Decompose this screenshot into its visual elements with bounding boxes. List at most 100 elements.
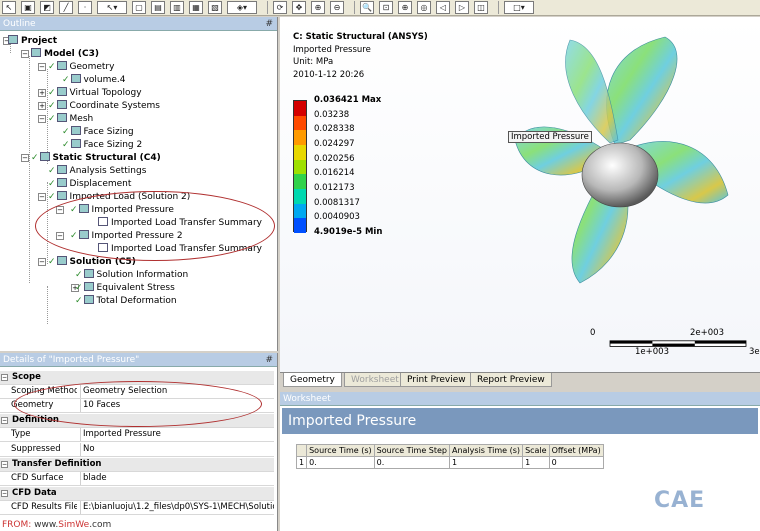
tree-item-label: Analysis Settings [69,166,147,176]
collapse-toggle[interactable]: − [38,63,46,71]
collapse-toggle[interactable]: − [21,154,29,162]
legend-band [294,203,306,219]
collapse-toggle[interactable]: − [38,258,46,266]
details-section-transfer-definition[interactable]: − Transfer Definition [0,458,274,472]
details-key: CFD Surface [11,473,64,483]
tree-item-static-structural[interactable]: ✓ Static Structural (C4) [31,152,161,164]
tree-item-displacement[interactable]: ✓ Displacement [48,178,131,190]
tree-item-equivalent-stress[interactable]: ✓ Equivalent Stress [75,282,175,294]
expand-toggle[interactable]: + [38,102,46,110]
select-face-icon[interactable]: ◩ [40,1,54,14]
graphics-viewport[interactable]: C: Static Structural (ANSYS) Imported Pr… [280,17,760,372]
worksheet-title: Worksheet [280,392,760,406]
legend-label: 0.0081317 [314,197,360,208]
tree-item-solution-information[interactable]: ✓ Solution Information [75,269,188,281]
tree-item-geometry[interactable]: ✓ Geometry [48,61,114,73]
tab-geometry[interactable]: Geometry [283,373,342,387]
solution-icon [56,256,67,265]
details-row-type[interactable]: Type Imported Pressure [0,428,274,442]
tree-item-coordinate-systems[interactable]: ✓ Coordinate Systems [48,100,160,112]
select-body-icon[interactable]: ▣ [21,1,35,14]
legend-label: 0.016214 [314,168,355,179]
collapse-toggle[interactable]: − [1,490,8,497]
collapse-toggle[interactable]: − [1,374,8,381]
expand-toggle[interactable]: + [38,89,46,97]
equivalent-stress-icon [83,282,94,291]
details-value[interactable]: blade [80,472,274,485]
tree-item-face-sizing[interactable]: ✓ Face Sizing [62,126,134,138]
toolbar-separator [267,1,268,14]
pan-icon[interactable]: ✥ [292,1,306,14]
propeller-model[interactable] [500,35,730,285]
select-edge-icon[interactable]: ╱ [59,1,73,14]
section-label: CFD Data [12,488,57,498]
details-value[interactable]: E:\bianluoju\1.2_files\dp0\SYS-1\MECH\So… [80,501,274,514]
rotate-icon[interactable]: ⟳ [273,1,287,14]
table-cell[interactable]: 0 [548,456,604,469]
isometric-view-icon[interactable]: ◫ [474,1,488,14]
tree-item-label: Displacement [69,179,132,189]
tree-item-mesh[interactable]: ✓ Mesh [48,113,93,125]
details-section-cfd-data[interactable]: − CFD Data [0,487,274,501]
view-tabs: Geometry Worksheet Print Preview Report … [280,372,760,387]
magnifier-icon[interactable]: ◎ [417,1,431,14]
vertex-select-icon[interactable]: ▧ [208,1,222,14]
details-value[interactable]: No [80,443,274,456]
table-row[interactable]: 1 0. 0. 1 1 0 [295,456,604,469]
tree-item-analysis-settings[interactable]: ✓ Analysis Settings [48,165,146,177]
pin-icon[interactable]: # [265,17,273,31]
face-select-icon[interactable]: ▥ [170,1,184,14]
collapse-toggle[interactable]: − [21,50,29,58]
geometry-dropdown[interactable]: ◈▾ [227,1,257,14]
zoom-out-icon[interactable]: ⊖ [330,1,344,14]
collapse-toggle[interactable]: − [1,461,8,468]
geometry-icon [56,61,67,70]
tree-item-model[interactable]: Model (C3) [31,48,99,60]
legend-label: 0.024297 [314,139,355,149]
tab-print-preview[interactable]: Print Preview [400,373,473,387]
pin-icon[interactable]: # [265,353,273,367]
tree-item-label: Mesh [69,114,94,124]
tree-item-project[interactable]: Project [8,35,57,47]
legend-band [294,101,306,117]
tree-item-total-deformation[interactable]: ✓ Total Deformation [75,295,177,307]
zoom-fit-icon[interactable]: ⊡ [379,1,393,14]
total-deformation-icon [83,295,94,304]
legend-label: 4.9019e-5 Min [314,227,383,237]
details-row-suppressed[interactable]: Suppressed No [0,443,274,457]
collapse-toggle[interactable]: − [38,115,46,123]
outline-panel: Outline # − Project − Model (C3) − ✓ Geom… [0,17,278,351]
select-mode-dropdown[interactable]: ↖▾ [97,1,127,14]
table-cell[interactable]: 0. [373,456,451,469]
zoom-magnify-icon[interactable]: ⊕ [398,1,412,14]
tree-item-volume[interactable]: ✓ volume.4 [62,74,125,86]
zoom-in-icon[interactable]: ⊕ [311,1,325,14]
zoom-box-icon[interactable]: 🔍 [360,1,374,14]
details-row-cfd-surface[interactable]: CFD Surface blade [0,472,274,486]
collapse-toggle[interactable]: − [1,417,8,424]
tree-item-virtual-topology[interactable]: ✓ Virtual Topology [48,87,142,99]
scale-bar [609,340,747,347]
tab-worksheet[interactable]: Worksheet [344,373,406,387]
next-view-icon[interactable]: ▷ [455,1,469,14]
table-cell[interactable]: 1 [449,456,524,469]
table-cell[interactable]: 0. [306,456,375,469]
graphics-dropdown[interactable]: □▾ [504,1,534,14]
previous-view-icon[interactable]: ◁ [436,1,450,14]
source-footer: FROM: www.SimWe.com [2,520,111,530]
project-icon [8,35,18,44]
details-row-cfd-results-file[interactable]: CFD Results File E:\bianluoju\1.2_files\d… [0,501,274,515]
tree-item-label: volume.4 [83,75,126,85]
footer-suffix: .com [89,520,112,530]
mesh-icon [56,113,67,122]
body-select-icon[interactable]: ▤ [151,1,165,14]
collapse-toggle[interactable]: − [38,193,46,201]
table-cell[interactable]: 1 [522,456,550,469]
viewport-subtitle: Imported Pressure [293,45,371,55]
tab-report-preview[interactable]: Report Preview [470,373,552,387]
box-select-icon[interactable]: ▢ [132,1,146,14]
select-vertex-icon[interactable]: · [78,1,92,14]
select-pointer-icon[interactable]: ↖ [2,1,16,14]
edge-select-icon[interactable]: ▦ [189,1,203,14]
tree-item-face-sizing-2[interactable]: ✓ Face Sizing 2 [62,139,142,151]
